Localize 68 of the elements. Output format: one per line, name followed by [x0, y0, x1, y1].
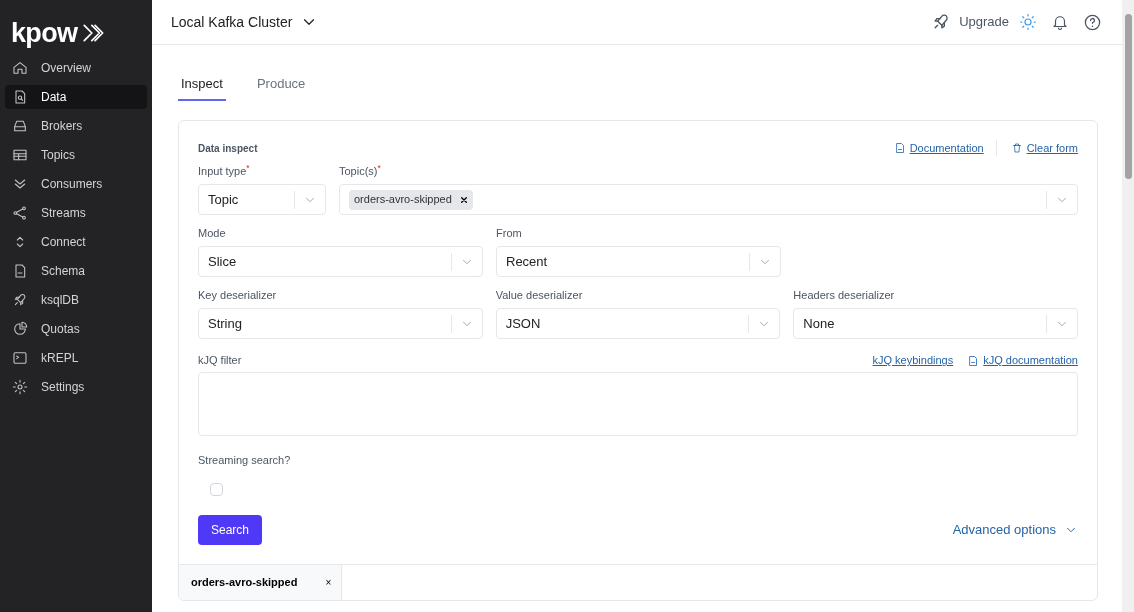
field-label: kJQ filter	[198, 353, 243, 369]
sidebar-item[interactable]: Brokers	[5, 114, 147, 138]
field-label: Key deserializer	[198, 288, 278, 303]
select-value: JSON	[505, 314, 541, 333]
field-label: Streaming search?	[198, 453, 292, 468]
sun-icon[interactable]	[1019, 13, 1037, 31]
result-tab[interactable]: orders-avro-skipped ×	[179, 564, 342, 600]
select-value: Slice	[208, 252, 237, 271]
select[interactable]: None	[793, 308, 1078, 339]
document-icon	[12, 263, 28, 279]
select-value: Recent	[506, 252, 548, 271]
sidebar-item[interactable]: Schema	[5, 259, 147, 283]
field-label: Input type$^{*}$	[198, 163, 251, 179]
scrollbar[interactable]	[1122, 0, 1134, 612]
field-label: From	[496, 226, 523, 241]
sidebar-item[interactable]: Topics	[5, 143, 147, 167]
help-icon[interactable]	[1083, 12, 1102, 32]
cluster-dropdown[interactable]: Local Kafka Cluster	[171, 11, 319, 33]
select[interactable]: JSON	[495, 308, 781, 339]
link[interactable]: kJQ documentation	[967, 352, 1078, 369]
logo-text: kpow	[11, 19, 78, 47]
field-label: Value deserializer	[495, 288, 584, 303]
select[interactable]: String	[198, 308, 483, 339]
sidebar-item[interactable]: kREPL	[5, 346, 147, 370]
sidebar-item[interactable]: Consumers	[5, 172, 147, 196]
kjq-filter-field[interactable]	[198, 372, 1078, 436]
tab[interactable]: Inspect	[178, 69, 226, 101]
upgrade-button[interactable]: Upgrade	[931, 12, 1009, 32]
select-value: String	[208, 314, 242, 333]
trash-icon	[1010, 142, 1023, 154]
share-icon	[12, 205, 28, 221]
tab[interactable]: Produce	[253, 69, 309, 101]
rocket-icon	[12, 292, 28, 308]
home-icon	[12, 60, 28, 76]
sidebar-item[interactable]: ksqlDB	[5, 288, 147, 312]
pie-chart-icon	[12, 321, 28, 337]
link[interactable]: kJQ keybindings	[872, 352, 954, 369]
sidebar-item[interactable]: Quotas	[5, 317, 147, 341]
table-icon	[12, 147, 28, 163]
bell-icon[interactable]	[1051, 13, 1069, 31]
advanced-options-button[interactable]: Advanced options	[952, 519, 1078, 540]
select-value: None	[803, 314, 835, 333]
sidebar-item[interactable]: Data	[5, 85, 147, 109]
field-label: Headers deserializer	[793, 288, 896, 303]
link[interactable]: Documentation	[893, 139, 984, 157]
sidebar-item[interactable]: Overview	[5, 56, 147, 80]
select[interactable]: Topic	[198, 184, 326, 215]
document-icon	[893, 142, 906, 154]
tag-label: orders-avro-skipped	[354, 192, 452, 208]
multi-select[interactable]: orders-avro-skipped	[339, 184, 1078, 215]
document-search-icon	[12, 89, 28, 105]
close-icon	[459, 195, 468, 204]
select[interactable]: Slice	[198, 246, 483, 277]
sidebar-item[interactable]: Settings	[5, 375, 147, 399]
checkbox[interactable]	[210, 482, 223, 496]
close-button[interactable]: ×	[325, 574, 332, 590]
terminal-icon	[12, 350, 28, 366]
sidebar-item[interactable]: Streams	[5, 201, 147, 225]
field-label: Mode	[198, 226, 227, 241]
search-button[interactable]: Search	[198, 514, 263, 545]
document-icon	[967, 354, 980, 367]
drive-icon	[12, 118, 28, 134]
field-label: Topic(s)$^{*}$	[339, 163, 382, 179]
sidebar-item[interactable]: Connect	[5, 230, 147, 254]
select[interactable]: Recent	[496, 246, 781, 277]
form-title: Data inspect	[198, 141, 259, 156]
select-value: Topic	[208, 190, 239, 209]
link[interactable]: Clear form	[995, 139, 1078, 157]
